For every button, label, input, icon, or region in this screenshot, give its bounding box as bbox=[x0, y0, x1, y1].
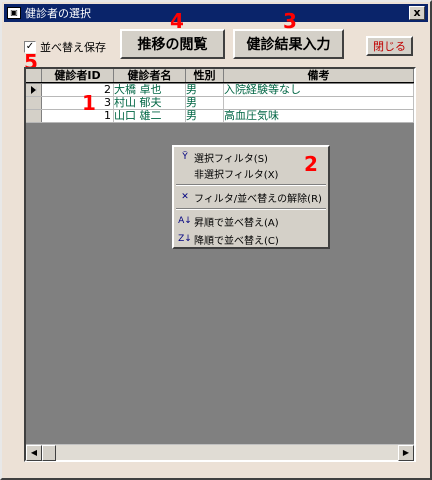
cell-id[interactable]: 3 bbox=[42, 97, 114, 109]
menu-separator bbox=[176, 184, 326, 186]
sort-save-label: 並べ替え保存 bbox=[40, 41, 106, 54]
cell-name[interactable]: 山口 雄二 bbox=[114, 110, 186, 122]
menu-item-label: 非選択フィルタ(X) bbox=[194, 169, 279, 181]
data-grid: 健診者ID 健診者名 性別 備考 2 大橋 卓也 男 入院経験等なし 3 村山 … bbox=[24, 67, 416, 462]
annotation-1: 1 bbox=[82, 91, 96, 115]
cell-note[interactable]: 入院経験等なし bbox=[224, 84, 414, 96]
annotation-3: 3 bbox=[283, 9, 297, 33]
close-button[interactable]: 閉じる bbox=[366, 36, 413, 56]
grid-header: 健診者ID 健診者名 性別 備考 bbox=[26, 69, 414, 83]
scroll-left-icon[interactable]: ◀ bbox=[26, 445, 42, 461]
column-header-name[interactable]: 健診者名 bbox=[114, 69, 186, 82]
close-window-button[interactable]: x bbox=[409, 6, 425, 20]
cell-name[interactable]: 大橋 卓也 bbox=[114, 84, 186, 96]
cell-note[interactable]: 高血圧気味 bbox=[224, 110, 414, 122]
filter-selection-icon: Ÿ bbox=[182, 152, 188, 162]
menu-item-label: フィルタ/並べ替えの解除(R) bbox=[194, 193, 322, 205]
row-selector[interactable] bbox=[26, 84, 42, 96]
history-view-button[interactable]: 推移の閲覧 bbox=[120, 29, 225, 59]
scroll-track[interactable] bbox=[56, 445, 398, 460]
current-record-icon bbox=[30, 86, 37, 94]
row-selector[interactable] bbox=[26, 97, 42, 109]
column-header-id[interactable]: 健診者ID bbox=[42, 69, 114, 82]
menu-item-remove-filter[interactable]: ✕ フィルタ/並べ替えの解除(R) bbox=[178, 189, 322, 205]
cell-gender[interactable]: 男 bbox=[186, 84, 224, 96]
window-title: 健診者の選択 bbox=[25, 7, 91, 20]
cell-gender[interactable]: 男 bbox=[186, 97, 224, 109]
app-icon[interactable]: ▣ bbox=[7, 7, 21, 19]
result-input-button[interactable]: 健診結果入力 bbox=[233, 29, 344, 59]
title-bar: ▣ 健診者の選択 x bbox=[4, 4, 428, 22]
sort-descending-icon: Z↓ bbox=[178, 234, 192, 244]
menu-item-filter-selection[interactable]: Ÿ 選択フィルタ(S) bbox=[178, 149, 268, 165]
column-header-note[interactable]: 備考 bbox=[224, 69, 414, 82]
horizontal-scrollbar[interactable]: ◀ ▶ bbox=[26, 444, 414, 461]
row-selector[interactable] bbox=[26, 110, 42, 122]
menu-separator bbox=[176, 208, 326, 210]
menu-item-label: 昇順で並べ替え(A) bbox=[194, 217, 279, 229]
cell-name[interactable]: 村山 郁夫 bbox=[114, 97, 186, 109]
scroll-right-icon[interactable]: ▶ bbox=[398, 445, 414, 461]
cell-note[interactable] bbox=[224, 97, 414, 109]
menu-item-sort-descending[interactable]: Z↓ 降順で並べ替え(C) bbox=[178, 231, 279, 247]
row-selector-header[interactable] bbox=[26, 69, 42, 82]
annotation-4: 4 bbox=[170, 9, 184, 33]
menu-item-label: 降順で並べ替え(C) bbox=[194, 235, 279, 247]
window: ▣ 健診者の選択 x ✓ 並べ替え保存 推移の閲覧 健診結果入力 閉じる 4 3… bbox=[0, 0, 432, 480]
cell-id[interactable]: 1 bbox=[42, 110, 114, 122]
menu-item-filter-exclude[interactable]: 非選択フィルタ(X) bbox=[178, 165, 278, 181]
remove-filter-icon: ✕ bbox=[181, 192, 189, 202]
menu-item-label: 選択フィルタ(S) bbox=[194, 153, 268, 165]
scroll-thumb[interactable] bbox=[42, 445, 56, 461]
column-header-gender[interactable]: 性別 bbox=[186, 69, 224, 82]
cell-gender[interactable]: 男 bbox=[186, 110, 224, 122]
annotation-2: 2 bbox=[304, 152, 318, 176]
sort-ascending-icon: A↓ bbox=[178, 216, 192, 226]
menu-item-sort-ascending[interactable]: A↓ 昇順で並べ替え(A) bbox=[178, 213, 279, 229]
cell-id[interactable]: 2 bbox=[42, 84, 114, 96]
